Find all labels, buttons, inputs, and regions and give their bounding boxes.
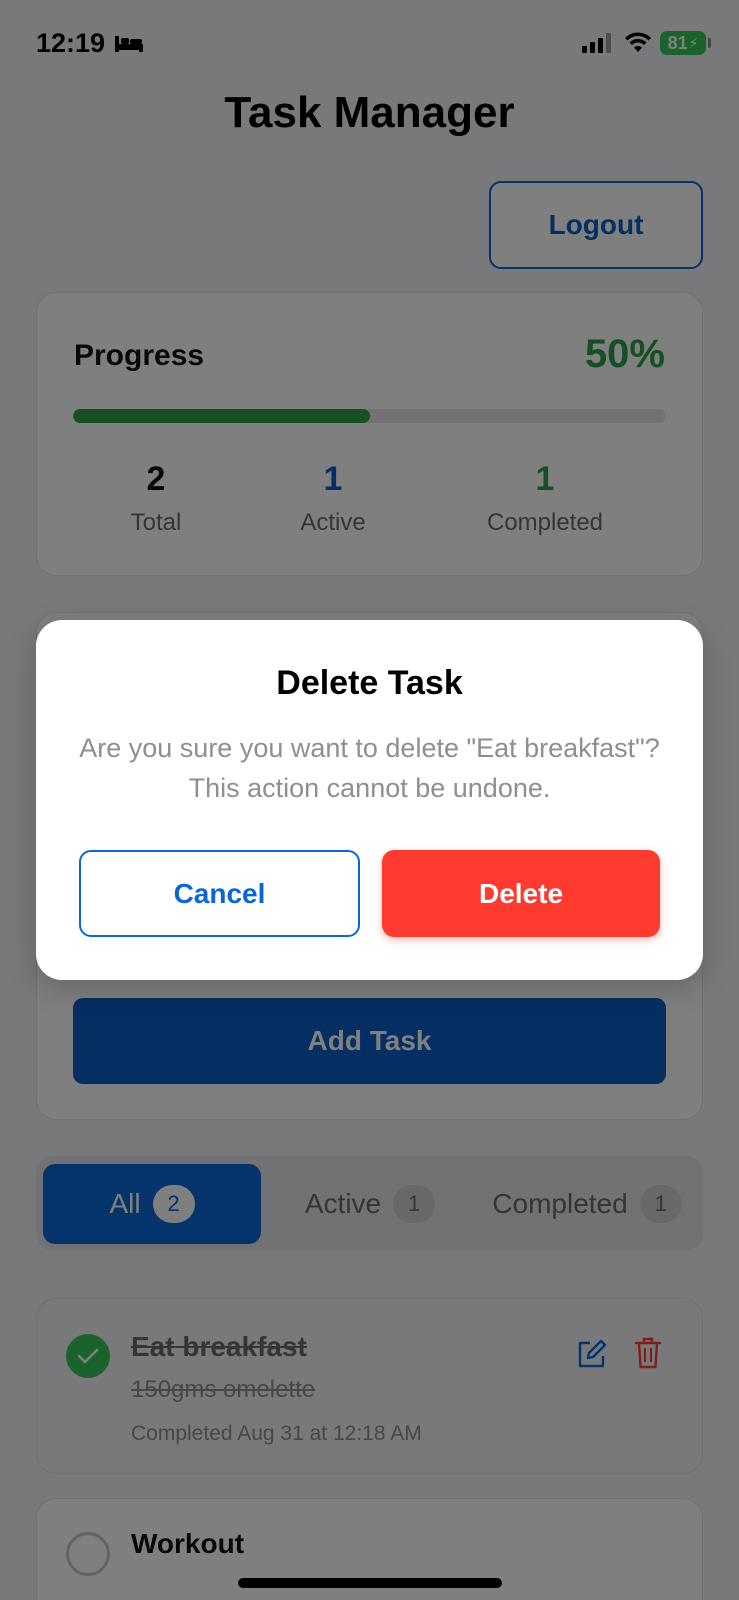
- delete-button[interactable]: Delete: [382, 850, 660, 937]
- dialog-title: Delete Task: [276, 664, 463, 702]
- cancel-button[interactable]: Cancel: [79, 850, 360, 937]
- dialog-message: Are you sure you want to delete "Eat bre…: [79, 733, 660, 803]
